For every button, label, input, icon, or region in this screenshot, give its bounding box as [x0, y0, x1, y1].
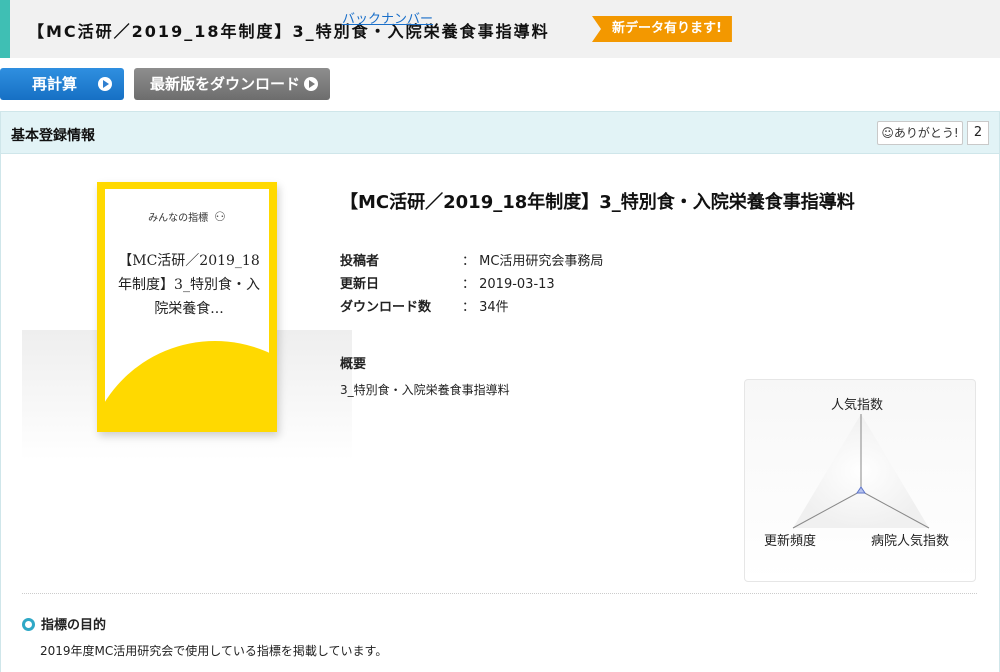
thanks-button[interactable]: ☺ありがとう! — [877, 121, 963, 145]
purpose-text: 2019年度MC活用研究会で使用している指標を掲載しています。 — [40, 644, 388, 658]
page-header: 【MC活研／2019_18年制度】3_特別食・入院栄養食事指導料 新データ有りま… — [0, 0, 1000, 58]
download-latest-label: 最新版をダウンロード — [150, 75, 301, 93]
cover-sun-shape — [105, 341, 269, 425]
indicator-title: 【MC活研／2019_18年制度】3_特別食・入院栄養食事指導料 — [340, 192, 855, 213]
circle-bullet-icon — [22, 618, 35, 631]
people-icon: ⚇ — [214, 210, 226, 225]
meta-value: ： 34件 — [462, 300, 509, 315]
radar-label-left: 更新頻度 — [764, 534, 817, 549]
radar-chart: 人気指数 更新頻度 病院人気指数 — [744, 379, 976, 582]
book-cover: みんなの指標 ⚇ 【MC活研／2019_18年制度】3_特別食・入院栄養食... — [97, 182, 277, 432]
panel-heading: 基本登録情報 — [11, 128, 95, 144]
purpose-heading: 指標の目的 — [22, 614, 106, 633]
download-latest-button[interactable]: 最新版をダウンロード — [134, 68, 330, 100]
overview-heading: 概要 — [340, 357, 367, 372]
header-accent-bar — [0, 0, 10, 58]
page-title: 【MC活研／2019_18年制度】3_特別食・入院栄養食事指導料 — [28, 22, 550, 41]
section-divider — [22, 593, 977, 594]
meta-value: ： MC活用研究会事務局 — [462, 254, 604, 269]
meta-key: 投稿者 — [340, 254, 380, 269]
recalculate-button[interactable]: 再計算 — [0, 68, 124, 100]
meta-value: ： 2019-03-13 — [462, 277, 555, 292]
panel-header: 基本登録情報 ☺ありがとう! 2 — [1, 112, 999, 154]
radar-label-top: 人気指数 — [831, 398, 884, 413]
cover-inner: みんなの指標 ⚇ 【MC活研／2019_18年制度】3_特別食・入院栄養食... — [105, 189, 269, 425]
meta-key: 更新日 — [340, 277, 380, 292]
backnumber-link[interactable]: バックナンバー — [342, 8, 433, 27]
cover-brand-text: みんなの指標 — [148, 213, 209, 224]
radar-label-right: 病院人気指数 — [871, 534, 950, 549]
purpose-heading-text: 指標の目的 — [41, 618, 107, 633]
cover-title: 【MC活研／2019_18年制度】3_特別食・入院栄養食... — [118, 253, 260, 317]
thanks-count: 2 — [967, 121, 989, 145]
cover-brand: みんなの指標 ⚇ — [105, 209, 269, 225]
overview-text: 3_特別食・入院栄養食事指導料 — [340, 383, 510, 397]
meta-key: ダウンロード数 — [340, 300, 432, 315]
arrow-right-icon — [304, 77, 318, 91]
new-data-badge: 新データ有ります! — [592, 16, 732, 42]
recalculate-label: 再計算 — [32, 75, 78, 93]
arrow-right-icon — [98, 77, 112, 91]
